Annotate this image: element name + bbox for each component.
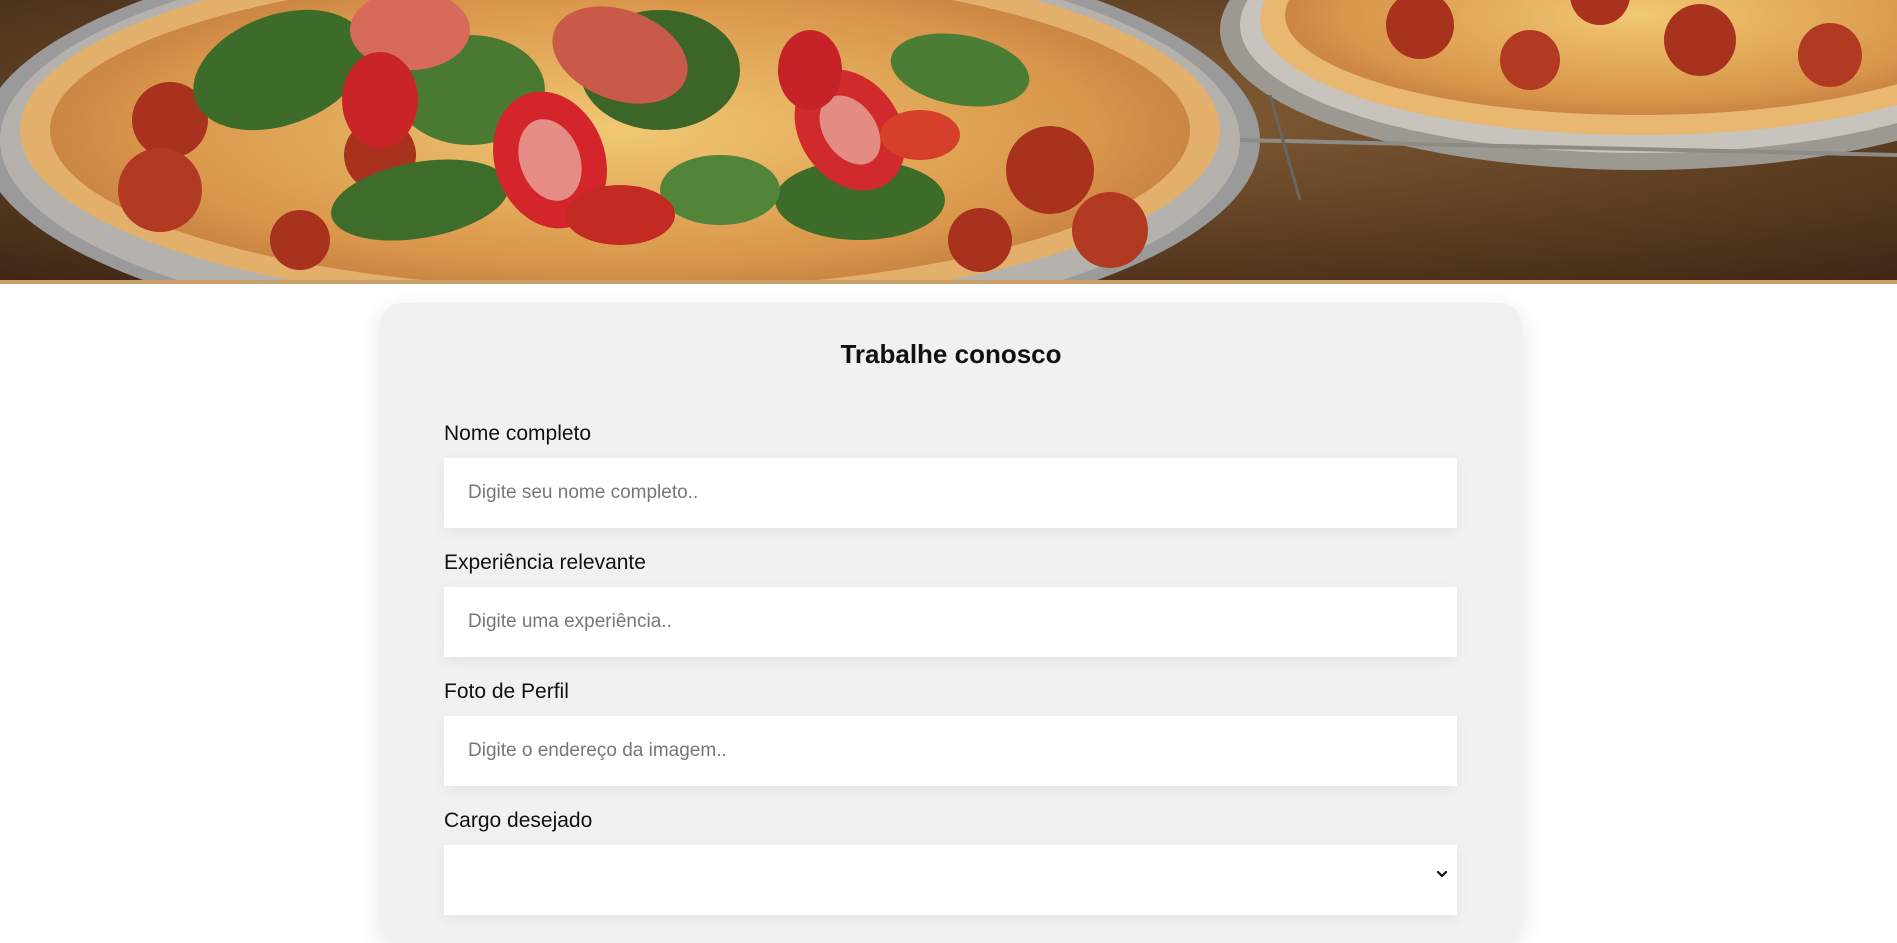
work-with-us-form: Trabalhe conosco Nome completo Experiênc… bbox=[380, 303, 1522, 943]
form-title: Trabalhe conosco bbox=[840, 339, 1062, 369]
full-name-input[interactable] bbox=[444, 458, 1457, 528]
profile-photo-input[interactable] bbox=[444, 716, 1457, 786]
chevron-down-icon[interactable] bbox=[1435, 867, 1449, 881]
full-name-label: Nome completo bbox=[444, 422, 592, 445]
pizza-hero-image bbox=[0, 0, 1897, 280]
hero-divider bbox=[0, 280, 1897, 284]
experience-label: Experiência relevante bbox=[444, 551, 646, 574]
desired-position-label: Cargo desejado bbox=[444, 809, 593, 832]
hero-banner bbox=[0, 0, 1897, 280]
profile-photo-label: Foto de Perfil bbox=[444, 680, 569, 703]
desired-position-select[interactable] bbox=[444, 845, 1457, 915]
experience-input[interactable] bbox=[444, 587, 1457, 657]
desired-position-select-wrapper[interactable] bbox=[444, 845, 1457, 915]
